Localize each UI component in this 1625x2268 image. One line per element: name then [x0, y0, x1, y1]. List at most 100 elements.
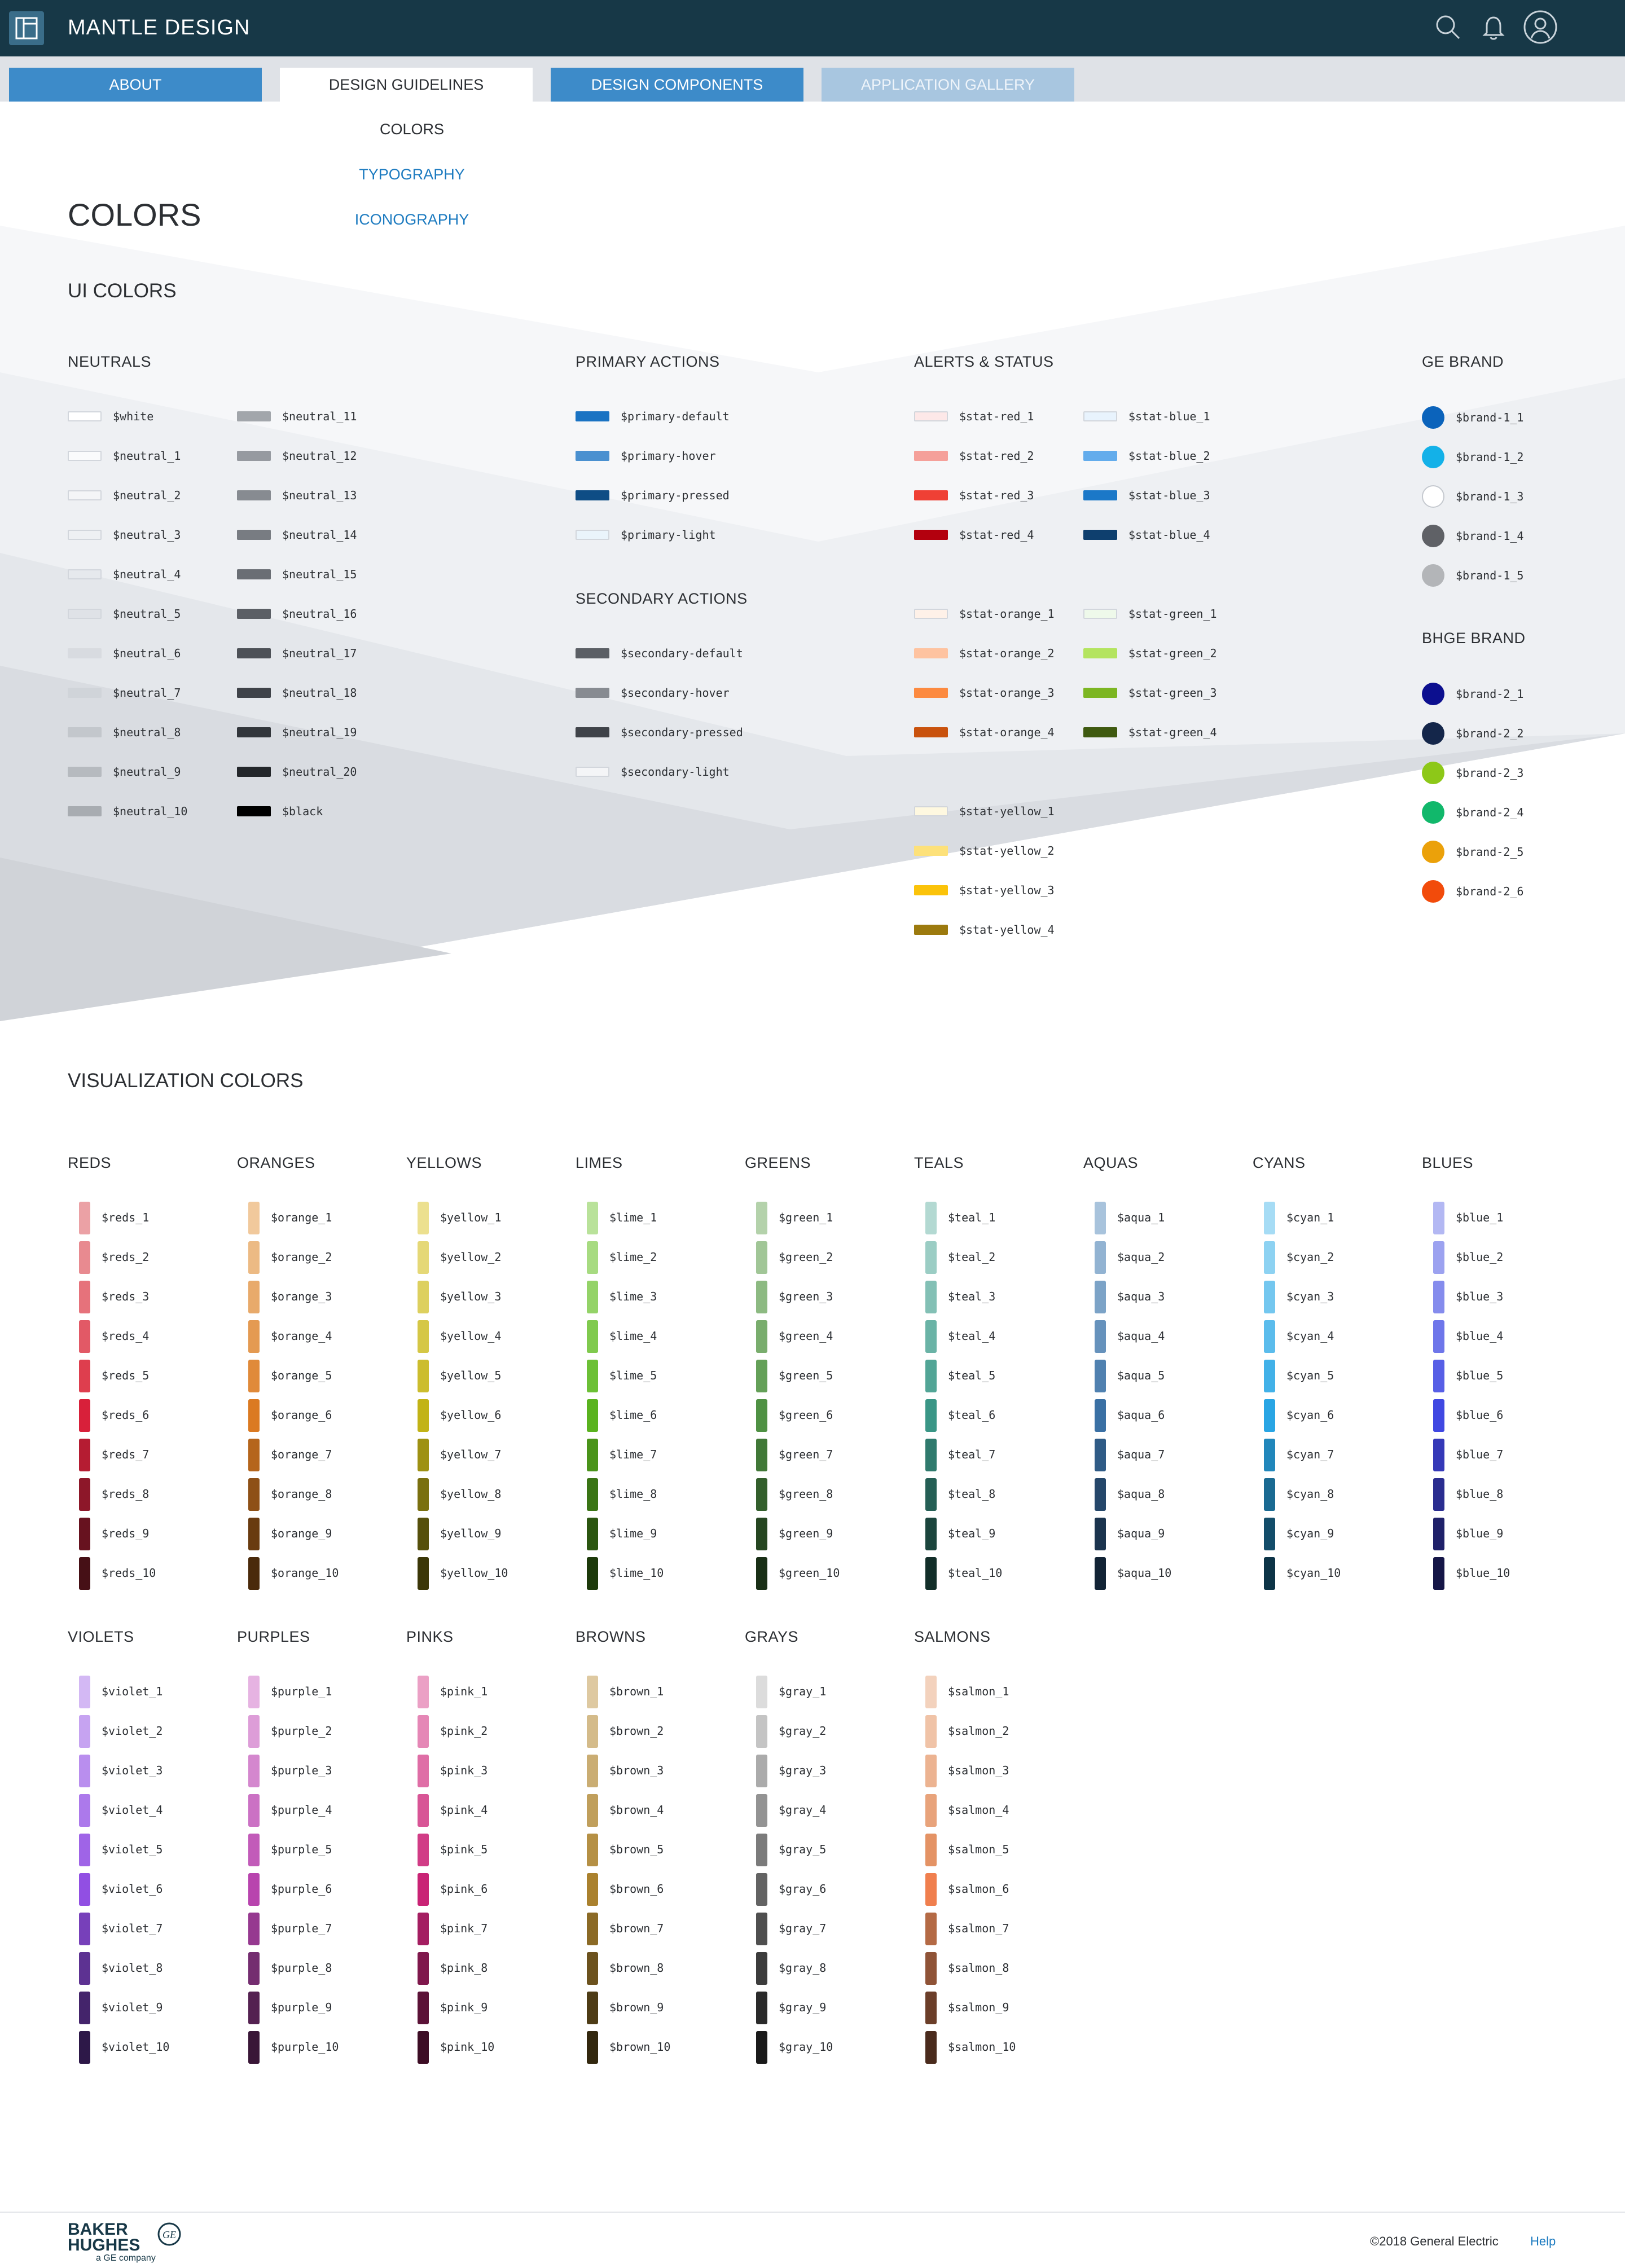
viz-swatch-label: $gray_4	[779, 1803, 827, 1817]
viz-swatch-label: $cyan_8	[1286, 1487, 1334, 1501]
swatch-label: $neutral_4	[113, 568, 181, 581]
viz-swatch-bar	[756, 1241, 767, 1274]
viz-swatch-label: $cyan_7	[1286, 1448, 1334, 1461]
viz-swatch-label: $blue_10	[1456, 1566, 1510, 1580]
brand-label: $brand-1_1	[1456, 411, 1524, 424]
help-link[interactable]: Help	[1530, 2234, 1556, 2249]
bell-icon[interactable]	[1478, 10, 1509, 47]
viz-swatch-label: $salmon_7	[948, 1922, 1009, 1935]
viz-swatch-label: $pink_7	[440, 1922, 488, 1935]
viz-swatch-bar	[79, 1992, 90, 2024]
viz-swatch-bar	[418, 1952, 429, 1985]
viz-swatch-bar	[587, 2031, 598, 2064]
viz-swatch-label: $purple_6	[271, 1882, 332, 1896]
viz-swatch-bar	[756, 1794, 767, 1827]
swatch-label: $stat-red_4	[959, 528, 1034, 542]
swatch-label: $neutral_16	[282, 607, 357, 621]
viz-swatch-bar	[756, 1518, 767, 1550]
viz-swatch-label: $purple_10	[271, 2040, 339, 2054]
tab-about[interactable]: ABOUT	[9, 68, 262, 102]
brand-dot	[1422, 762, 1444, 784]
brand-label: $brand-1_2	[1456, 450, 1524, 464]
swatch-chip	[576, 490, 609, 500]
brand-label: $brand-2_4	[1456, 806, 1524, 819]
swatch-chip	[1083, 490, 1117, 500]
tab-application-gallery[interactable]: APPLICATION GALLERY	[822, 68, 1074, 102]
viz-swatch-label: $brown_2	[609, 1724, 664, 1738]
viz-swatch-bar	[756, 1320, 767, 1353]
viz-swatch-bar	[756, 1952, 767, 1985]
app-logo-icon[interactable]	[9, 11, 44, 45]
viz-swatch-bar	[587, 1399, 598, 1432]
subnav-colors[interactable]: COLORS	[327, 121, 497, 138]
viz-swatch-label: $reds_10	[102, 1566, 156, 1580]
viz-swatch-label: $lime_6	[609, 1408, 657, 1422]
viz-swatch-label: $lime_7	[609, 1448, 657, 1461]
viz-swatch-bar	[1264, 1557, 1275, 1590]
viz-swatch-label: $green_4	[779, 1329, 833, 1343]
swatch-label: $neutral_15	[282, 568, 357, 581]
swatch-chip	[68, 806, 102, 816]
swatch-chip	[68, 490, 102, 500]
viz-swatch-label: $pink_9	[440, 2001, 488, 2014]
subnav-typography[interactable]: TYPOGRAPHY	[327, 166, 497, 183]
viz-swatch-label: $gray_3	[779, 1764, 827, 1777]
viz-swatch-bar	[756, 1992, 767, 2024]
viz-swatch-bar	[925, 1913, 937, 1945]
viz-swatch-label: $violet_6	[102, 1882, 163, 1896]
viz-swatch-label: $gray_9	[779, 2001, 827, 2014]
viz-swatch-bar	[925, 1281, 937, 1313]
viz-swatch-bar	[79, 1794, 90, 1827]
viz-swatch-label: $green_5	[779, 1369, 833, 1382]
viz-group-title-aquas: AQUAS	[1083, 1154, 1139, 1171]
viz-swatch-bar	[1264, 1241, 1275, 1274]
viz-swatch-bar	[756, 1873, 767, 1906]
viz-swatch-label: $teal_3	[948, 1290, 996, 1303]
swatch-chip	[576, 648, 609, 658]
viz-swatch-label: $pink_2	[440, 1724, 488, 1738]
swatch-chip	[68, 688, 102, 698]
viz-swatch-label: $brown_8	[609, 1961, 664, 1975]
ge-brand-title: GE BRAND	[1422, 353, 1504, 370]
user-avatar-icon[interactable]	[1522, 10, 1558, 49]
viz-swatch-bar	[79, 1281, 90, 1313]
viz-swatch-bar	[587, 1518, 598, 1550]
brand-dot	[1422, 880, 1444, 903]
viz-swatch-label: $aqua_7	[1117, 1448, 1165, 1461]
viz-swatch-label: $yellow_1	[440, 1211, 502, 1224]
swatch-chip	[1083, 530, 1117, 540]
swatch-chip	[914, 885, 948, 895]
viz-swatch-bar	[79, 1241, 90, 1274]
viz-swatch-bar	[756, 1202, 767, 1234]
swatch-label: $neutral_5	[113, 607, 181, 621]
viz-swatch-bar	[79, 1439, 90, 1471]
viz-swatch-label: $cyan_5	[1286, 1369, 1334, 1382]
swatch-chip	[576, 727, 609, 737]
brand-label: $brand-2_5	[1456, 845, 1524, 859]
swatch-chip	[914, 411, 948, 421]
copyright-text: ©2018 General Electric	[1370, 2234, 1499, 2248]
viz-group-title-cyans: CYANS	[1253, 1154, 1306, 1171]
search-icon[interactable]	[1432, 10, 1463, 47]
viz-group-title-limes: LIMES	[576, 1154, 623, 1171]
swatch-label: $stat-red_1	[959, 410, 1034, 423]
viz-swatch-bar	[418, 1873, 429, 1906]
viz-swatch-bar	[79, 1360, 90, 1392]
viz-group-title-teals: TEALS	[914, 1154, 964, 1171]
swatch-label: $stat-blue_1	[1128, 410, 1210, 423]
viz-swatch-label: $cyan_1	[1286, 1211, 1334, 1224]
brand-dot	[1422, 446, 1444, 468]
viz-swatch-label: $aqua_4	[1117, 1329, 1165, 1343]
viz-swatch-bar	[79, 1715, 90, 1748]
viz-group-title-reds: REDS	[68, 1154, 112, 1171]
viz-swatch-bar	[587, 1557, 598, 1590]
viz-swatch-label: $purple_3	[271, 1764, 332, 1777]
viz-swatch-label: $brown_10	[609, 2040, 671, 2054]
brand-dot	[1422, 525, 1444, 547]
tab-design-guidelines[interactable]: DESIGN GUIDELINES	[280, 68, 533, 102]
viz-swatch-label: $reds_7	[102, 1448, 150, 1461]
swatch-chip	[237, 648, 271, 658]
viz-swatch-bar	[1264, 1202, 1275, 1234]
swatch-chip	[237, 767, 271, 777]
tab-design-components[interactable]: DESIGN COMPONENTS	[551, 68, 803, 102]
